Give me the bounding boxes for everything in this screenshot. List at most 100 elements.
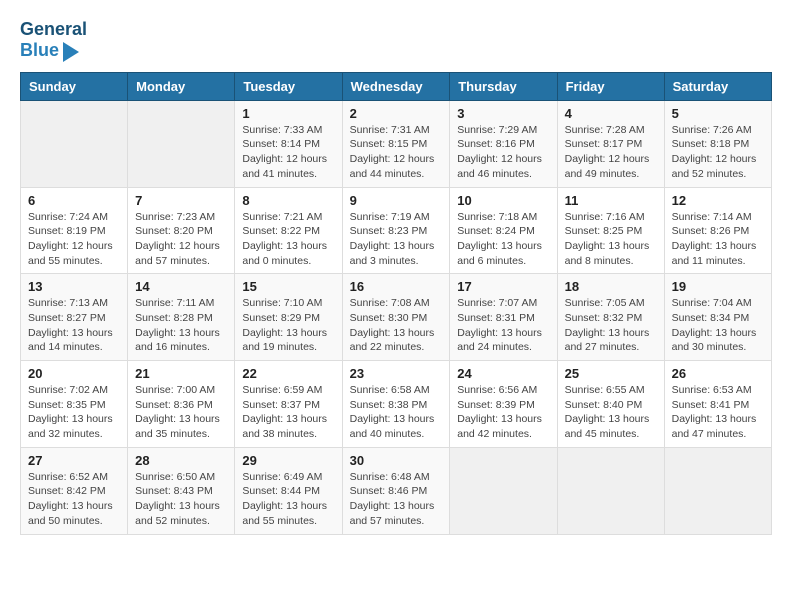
day-header-saturday: Saturday <box>664 72 771 100</box>
day-number: 28 <box>135 453 227 468</box>
day-number: 16 <box>350 279 443 294</box>
calendar-cell <box>557 447 664 534</box>
day-number: 1 <box>242 106 334 121</box>
calendar-cell: 19 Sunrise: 7:04 AM Sunset: 8:34 PM Dayli… <box>664 274 771 361</box>
calendar-week-row: 20 Sunrise: 7:02 AM Sunset: 8:35 PM Dayli… <box>21 361 772 448</box>
day-number: 2 <box>350 106 443 121</box>
day-info: Sunrise: 6:48 AM Sunset: 8:46 PM Dayligh… <box>350 470 443 529</box>
day-number: 23 <box>350 366 443 381</box>
logo-arrow-icon <box>63 42 79 62</box>
day-number: 7 <box>135 193 227 208</box>
day-number: 27 <box>28 453 120 468</box>
calendar-cell: 27 Sunrise: 6:52 AM Sunset: 8:42 PM Dayli… <box>21 447 128 534</box>
calendar-cell: 6 Sunrise: 7:24 AM Sunset: 8:19 PM Daylig… <box>21 187 128 274</box>
day-header-wednesday: Wednesday <box>342 72 450 100</box>
day-info: Sunrise: 7:02 AM Sunset: 8:35 PM Dayligh… <box>28 383 120 442</box>
calendar-cell: 18 Sunrise: 7:05 AM Sunset: 8:32 PM Dayli… <box>557 274 664 361</box>
day-info: Sunrise: 7:00 AM Sunset: 8:36 PM Dayligh… <box>135 383 227 442</box>
day-info: Sunrise: 6:52 AM Sunset: 8:42 PM Dayligh… <box>28 470 120 529</box>
calendar-cell: 13 Sunrise: 7:13 AM Sunset: 8:27 PM Dayli… <box>21 274 128 361</box>
calendar-cell: 12 Sunrise: 7:14 AM Sunset: 8:26 PM Dayli… <box>664 187 771 274</box>
day-info: Sunrise: 7:31 AM Sunset: 8:15 PM Dayligh… <box>350 123 443 182</box>
calendar-cell: 17Sunrise: 7:07 AM Sunset: 8:31 PM Dayli… <box>450 274 557 361</box>
calendar-cell: 20 Sunrise: 7:02 AM Sunset: 8:35 PM Dayli… <box>21 361 128 448</box>
day-info: Sunrise: 6:55 AM Sunset: 8:40 PM Dayligh… <box>565 383 657 442</box>
calendar-cell: 28 Sunrise: 6:50 AM Sunset: 8:43 PM Dayli… <box>128 447 235 534</box>
logo-text: General <box>20 20 87 40</box>
calendar-cell: 21 Sunrise: 7:00 AM Sunset: 8:36 PM Dayli… <box>128 361 235 448</box>
day-header-sunday: Sunday <box>21 72 128 100</box>
day-info: Sunrise: 7:23 AM Sunset: 8:20 PM Dayligh… <box>135 210 227 269</box>
day-number: 20 <box>28 366 120 381</box>
day-number: 19 <box>672 279 764 294</box>
day-number: 6 <box>28 193 120 208</box>
day-number: 30 <box>350 453 443 468</box>
day-info: Sunrise: 7:33 AM Sunset: 8:14 PM Dayligh… <box>242 123 334 182</box>
day-info: Sunrise: 7:18 AM Sunset: 8:24 PM Dayligh… <box>457 210 549 269</box>
page-header: General Blue <box>20 20 772 62</box>
day-number: 8 <box>242 193 334 208</box>
day-info: Sunrise: 7:08 AM Sunset: 8:30 PM Dayligh… <box>350 296 443 355</box>
day-number: 3 <box>457 106 549 121</box>
calendar-cell: 15Sunrise: 7:10 AM Sunset: 8:29 PM Dayli… <box>235 274 342 361</box>
day-number: 25 <box>565 366 657 381</box>
calendar-cell <box>450 447 557 534</box>
day-number: 26 <box>672 366 764 381</box>
calendar-week-row: 1 Sunrise: 7:33 AM Sunset: 8:14 PM Daylig… <box>21 100 772 187</box>
day-info: Sunrise: 7:16 AM Sunset: 8:25 PM Dayligh… <box>565 210 657 269</box>
day-number: 10 <box>457 193 549 208</box>
calendar-cell: 3 Sunrise: 7:29 AM Sunset: 8:16 PM Daylig… <box>450 100 557 187</box>
calendar-cell <box>128 100 235 187</box>
day-number: 18 <box>565 279 657 294</box>
day-number: 5 <box>672 106 764 121</box>
day-info: Sunrise: 7:11 AM Sunset: 8:28 PM Dayligh… <box>135 296 227 355</box>
day-number: 13 <box>28 279 120 294</box>
day-number: 17 <box>457 279 549 294</box>
calendar-week-row: 6 Sunrise: 7:24 AM Sunset: 8:19 PM Daylig… <box>21 187 772 274</box>
day-info: Sunrise: 6:53 AM Sunset: 8:41 PM Dayligh… <box>672 383 764 442</box>
calendar-cell: 7 Sunrise: 7:23 AM Sunset: 8:20 PM Daylig… <box>128 187 235 274</box>
logo-blue: Blue <box>20 41 59 61</box>
day-info: Sunrise: 7:05 AM Sunset: 8:32 PM Dayligh… <box>565 296 657 355</box>
day-number: 24 <box>457 366 549 381</box>
calendar-cell: 11Sunrise: 7:16 AM Sunset: 8:25 PM Dayli… <box>557 187 664 274</box>
calendar-table: SundayMondayTuesdayWednesdayThursdayFrid… <box>20 72 772 535</box>
calendar-cell: 16 Sunrise: 7:08 AM Sunset: 8:30 PM Dayli… <box>342 274 450 361</box>
calendar-cell: 24 Sunrise: 6:56 AM Sunset: 8:39 PM Dayli… <box>450 361 557 448</box>
calendar-cell: 22Sunrise: 6:59 AM Sunset: 8:37 PM Dayli… <box>235 361 342 448</box>
day-number: 9 <box>350 193 443 208</box>
day-info: Sunrise: 7:10 AM Sunset: 8:29 PM Dayligh… <box>242 296 334 355</box>
logo: General Blue <box>20 20 87 62</box>
day-header-thursday: Thursday <box>450 72 557 100</box>
day-header-monday: Monday <box>128 72 235 100</box>
day-info: Sunrise: 7:24 AM Sunset: 8:19 PM Dayligh… <box>28 210 120 269</box>
day-info: Sunrise: 7:26 AM Sunset: 8:18 PM Dayligh… <box>672 123 764 182</box>
day-number: 12 <box>672 193 764 208</box>
calendar-cell <box>21 100 128 187</box>
day-info: Sunrise: 6:56 AM Sunset: 8:39 PM Dayligh… <box>457 383 549 442</box>
day-info: Sunrise: 7:19 AM Sunset: 8:23 PM Dayligh… <box>350 210 443 269</box>
calendar-cell <box>664 447 771 534</box>
day-header-friday: Friday <box>557 72 664 100</box>
day-number: 4 <box>565 106 657 121</box>
day-number: 21 <box>135 366 227 381</box>
calendar-header-row: SundayMondayTuesdayWednesdayThursdayFrid… <box>21 72 772 100</box>
calendar-cell: 14 Sunrise: 7:11 AM Sunset: 8:28 PM Dayli… <box>128 274 235 361</box>
day-info: Sunrise: 7:13 AM Sunset: 8:27 PM Dayligh… <box>28 296 120 355</box>
calendar-cell: 1 Sunrise: 7:33 AM Sunset: 8:14 PM Daylig… <box>235 100 342 187</box>
calendar-week-row: 13 Sunrise: 7:13 AM Sunset: 8:27 PM Dayli… <box>21 274 772 361</box>
day-number: 14 <box>135 279 227 294</box>
calendar-cell: 4 Sunrise: 7:28 AM Sunset: 8:17 PM Daylig… <box>557 100 664 187</box>
day-info: Sunrise: 7:14 AM Sunset: 8:26 PM Dayligh… <box>672 210 764 269</box>
day-info: Sunrise: 7:04 AM Sunset: 8:34 PM Dayligh… <box>672 296 764 355</box>
day-info: Sunrise: 7:21 AM Sunset: 8:22 PM Dayligh… <box>242 210 334 269</box>
calendar-cell: 26 Sunrise: 6:53 AM Sunset: 8:41 PM Dayli… <box>664 361 771 448</box>
day-info: Sunrise: 6:50 AM Sunset: 8:43 PM Dayligh… <box>135 470 227 529</box>
calendar-cell: 30 Sunrise: 6:48 AM Sunset: 8:46 PM Dayli… <box>342 447 450 534</box>
day-number: 29 <box>242 453 334 468</box>
calendar-cell: 2 Sunrise: 7:31 AM Sunset: 8:15 PM Daylig… <box>342 100 450 187</box>
day-info: Sunrise: 6:58 AM Sunset: 8:38 PM Dayligh… <box>350 383 443 442</box>
day-info: Sunrise: 7:28 AM Sunset: 8:17 PM Dayligh… <box>565 123 657 182</box>
day-number: 22 <box>242 366 334 381</box>
day-info: Sunrise: 7:29 AM Sunset: 8:16 PM Dayligh… <box>457 123 549 182</box>
